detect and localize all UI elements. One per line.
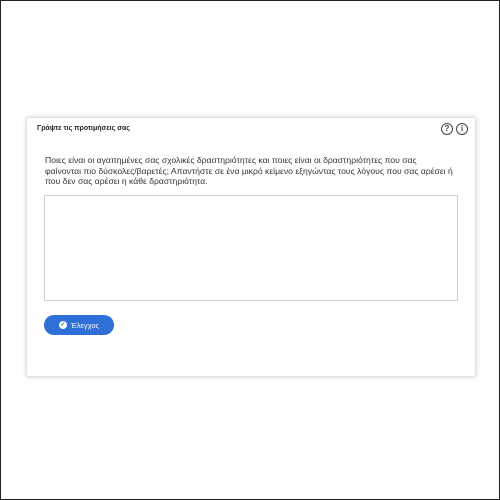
activity-card: Γράψτε τις προτιμήσεις σας ? i Ποιες είν… xyxy=(26,117,476,377)
answer-textarea[interactable] xyxy=(44,195,458,301)
info-icon[interactable]: i xyxy=(456,123,468,135)
check-circle-icon: ✓ xyxy=(58,321,67,329)
check-button-label: Έλεγχος xyxy=(70,320,100,330)
header-icons: ? i xyxy=(441,123,468,135)
question-text: Ποιες είναι οι αγαπημένες σας σχολικές δ… xyxy=(45,155,453,186)
help-icon[interactable]: ? xyxy=(441,123,453,135)
check-button[interactable]: ✓ Έλεγχος xyxy=(44,315,114,335)
card-title: Γράψτε τις προτιμήσεις σας xyxy=(37,125,130,132)
page-frame: Γράψτε τις προτιμήσεις σας ? i Ποιες είν… xyxy=(0,0,500,500)
